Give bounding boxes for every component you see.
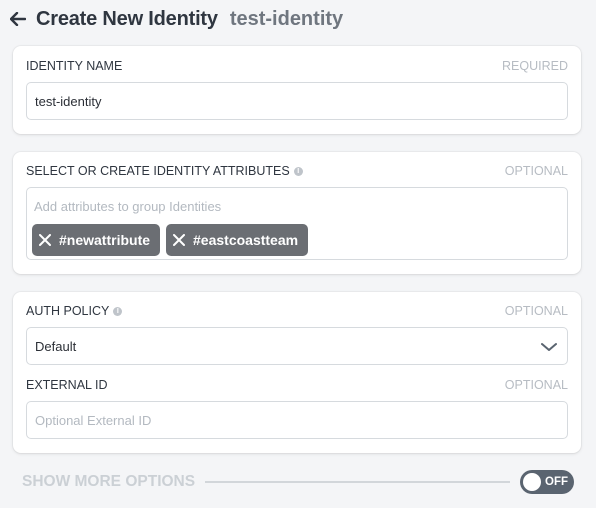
page-header: Create New Identity test-identity [8, 6, 343, 32]
toggle-knob [523, 473, 541, 491]
info-icon[interactable]: i [113, 306, 123, 316]
attribute-tag-label: #newattribute [59, 232, 151, 248]
external-id-optional-hint: OPTIONAL [504, 378, 568, 392]
identity-name-input[interactable]: test-identity [26, 82, 568, 120]
attributes-card: SELECT OR CREATE IDENTITY ATTRIBUTES i O… [13, 152, 581, 274]
attribute-tag: #eastcoastteam [166, 224, 309, 256]
remove-tag-icon[interactable] [38, 233, 52, 247]
auth-policy-select[interactable]: Default [26, 327, 568, 365]
external-id-input[interactable]: Optional External ID [26, 401, 568, 439]
attribute-tag: #newattribute [32, 224, 161, 256]
attributes-label: SELECT OR CREATE IDENTITY ATTRIBUTES i [26, 164, 303, 178]
page-title-identity-name: test-identity [229, 7, 344, 30]
auth-policy-card: AUTH POLICY i OPTIONAL Default EXTERNAL … [13, 292, 581, 453]
auth-policy-label: AUTH POLICY i [26, 304, 123, 318]
attributes-label-row: SELECT OR CREATE IDENTITY ATTRIBUTES i O… [26, 163, 568, 179]
auth-policy-optional-hint: OPTIONAL [504, 304, 568, 318]
toggle-state-label: OFF [545, 476, 568, 488]
divider [205, 481, 510, 483]
back-arrow-icon[interactable] [8, 9, 28, 29]
identity-name-required-hint: REQUIRED [502, 59, 568, 73]
external-id-placeholder: Optional External ID [35, 412, 152, 428]
identity-name-label-row: IDENTITY NAME REQUIRED [26, 58, 568, 74]
auth-policy-selected-value: Default [35, 338, 77, 354]
show-more-options-toggle[interactable]: OFF [520, 470, 574, 494]
attribute-tags: #newattribute #eastcoastteam [32, 224, 309, 256]
remove-tag-icon[interactable] [172, 233, 186, 247]
auth-policy-label-row: AUTH POLICY i OPTIONAL [26, 303, 568, 319]
chevron-down-icon[interactable] [541, 339, 557, 355]
show-more-options-label[interactable]: SHOW MORE OPTIONS [22, 473, 195, 491]
attributes-optional-hint: OPTIONAL [504, 164, 568, 178]
auth-policy-label-text: AUTH POLICY [26, 304, 110, 318]
external-id-label: EXTERNAL ID [26, 378, 108, 392]
show-more-options-row: SHOW MORE OPTIONS OFF [22, 470, 574, 494]
attribute-tag-label: #eastcoastteam [193, 232, 299, 248]
page-title: Create New Identity [36, 7, 218, 30]
attributes-input[interactable]: Add attributes to group Identities #newa… [26, 187, 568, 260]
info-icon[interactable]: i [293, 166, 303, 176]
attributes-label-text: SELECT OR CREATE IDENTITY ATTRIBUTES [26, 164, 290, 178]
identity-name-card: IDENTITY NAME REQUIRED test-identity [13, 46, 581, 134]
identity-name-label: IDENTITY NAME [26, 59, 123, 73]
attributes-placeholder: Add attributes to group Identities [34, 199, 222, 214]
external-id-label-row: EXTERNAL ID OPTIONAL [26, 377, 568, 393]
identity-name-value: test-identity [35, 93, 102, 109]
